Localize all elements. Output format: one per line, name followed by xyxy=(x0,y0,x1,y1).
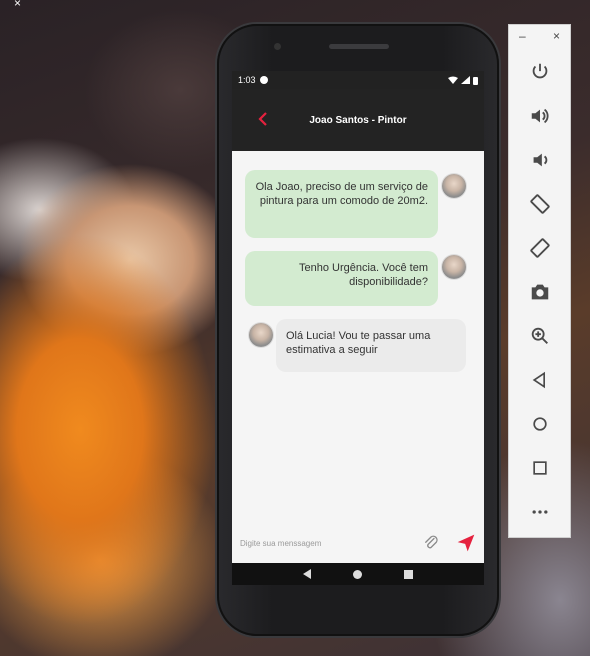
page-title: Joao Santos - Pintor xyxy=(309,114,407,126)
emulator-sidebar: – × xyxy=(508,24,571,538)
notification-icon xyxy=(259,76,268,84)
rotate-right-icon xyxy=(530,238,550,258)
send-icon[interactable] xyxy=(456,533,476,553)
power-button[interactable] xyxy=(527,59,553,85)
home-button-emulator[interactable] xyxy=(527,411,553,437)
status-icons xyxy=(448,76,478,85)
phone-frame: 1:03 Joao Santos - Pintor Ola Joao, prec… xyxy=(217,24,499,636)
signal-icon xyxy=(461,76,470,84)
camera-icon xyxy=(531,284,549,300)
paperclip-icon[interactable] xyxy=(422,534,440,552)
message-bubble-incoming: Olá Lucia! Vou te passar uma estimativa … xyxy=(276,319,466,372)
wifi-icon xyxy=(448,76,458,84)
message-input[interactable]: Digite sua menssagem xyxy=(240,539,422,548)
volume-up-button[interactable] xyxy=(527,103,553,129)
earpiece-speaker xyxy=(329,44,389,49)
avatar xyxy=(249,323,273,347)
app-bar: Joao Santos - Pintor xyxy=(232,89,484,151)
home-icon xyxy=(533,417,547,431)
square-recents-icon[interactable] xyxy=(404,569,413,579)
phone-screen: 1:03 Joao Santos - Pintor Ola Joao, prec… xyxy=(232,71,484,585)
minimize-button[interactable]: – xyxy=(519,29,526,43)
more-button[interactable] xyxy=(527,499,553,525)
rotate-left-icon xyxy=(530,194,550,214)
status-bar: 1:03 xyxy=(232,71,484,89)
zoom-icon xyxy=(531,327,548,344)
back-button-emulator[interactable] xyxy=(527,367,553,393)
power-icon xyxy=(532,63,548,79)
rotate-left-button[interactable] xyxy=(527,191,553,217)
zoom-button[interactable] xyxy=(527,323,553,349)
close-button[interactable]: × xyxy=(553,29,560,43)
system-nav-bar xyxy=(232,563,484,585)
avatar xyxy=(442,174,466,198)
window-close-mark: × xyxy=(14,0,22,10)
volume-down-icon xyxy=(533,153,548,167)
front-camera xyxy=(274,43,281,50)
chevron-left-icon xyxy=(258,112,267,126)
status-time: 1:03 xyxy=(238,75,256,85)
back-button[interactable] xyxy=(258,110,268,131)
screenshot-button[interactable] xyxy=(527,279,553,305)
message-composer: Digite sua menssagem xyxy=(232,523,484,563)
avatar xyxy=(442,255,466,279)
message-text: Tenho Urgência. Você tem disponibilidade… xyxy=(298,262,428,288)
emulator-window-controls: – × xyxy=(509,25,570,47)
rotate-right-button[interactable] xyxy=(527,235,553,261)
message-bubble-outgoing: Ola Joao, preciso de um serviço de pintu… xyxy=(245,170,438,238)
circle-home-icon[interactable] xyxy=(353,569,362,579)
chat-area: Ola Joao, preciso de um serviço de pintu… xyxy=(232,151,484,523)
overview-icon xyxy=(533,461,547,475)
message-bubble-outgoing: Tenho Urgência. Você tem disponibilidade… xyxy=(245,251,438,306)
volume-down-button[interactable] xyxy=(527,147,553,173)
overview-button-emulator[interactable] xyxy=(527,455,553,481)
battery-icon xyxy=(473,76,478,85)
volume-up-icon xyxy=(531,108,549,124)
message-text: Olá Lucia! Vou te passar uma estimativa … xyxy=(286,330,431,356)
message-text: Ola Joao, preciso de um serviço de pintu… xyxy=(255,181,428,207)
more-icon xyxy=(532,510,548,514)
back-icon xyxy=(532,371,545,389)
triangle-back-icon[interactable] xyxy=(303,569,311,579)
